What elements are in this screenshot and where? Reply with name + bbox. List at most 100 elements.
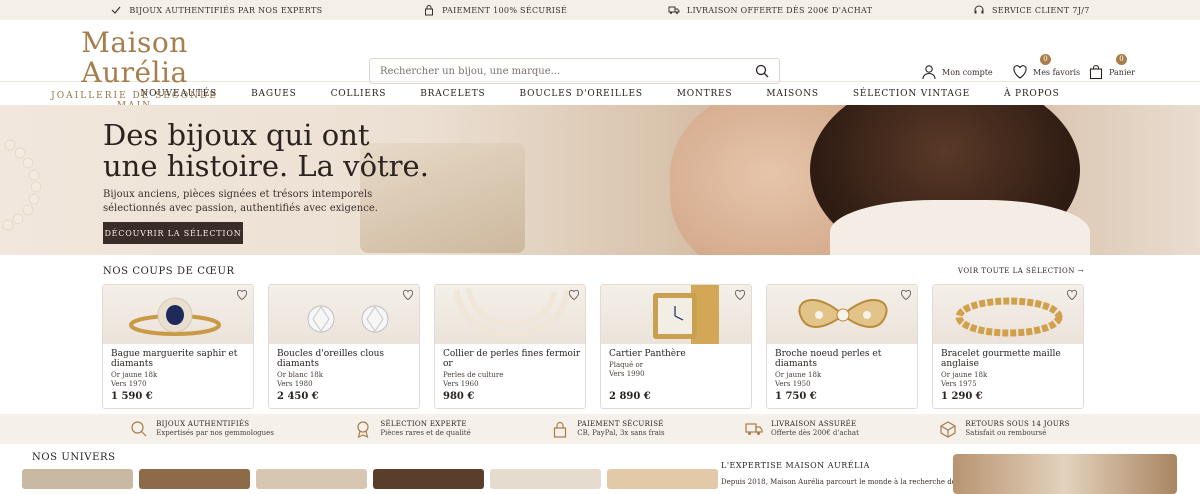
nav-item-bagues[interactable]: BAGUES <box>251 89 296 99</box>
nav-item-montres[interactable]: MONTRES <box>677 89 733 99</box>
universe-tile[interactable] <box>256 469 367 489</box>
product-card[interactable]: Broche noeud perles et diamants Or jaune… <box>766 284 918 409</box>
search-input[interactable]: Rechercher un bijou, une marque... <box>369 58 780 84</box>
universe-tile[interactable] <box>373 469 484 489</box>
magnifier-icon <box>131 421 147 437</box>
discover-button[interactable]: DÉCOUVRIR LA SÉLECTION <box>103 222 243 244</box>
product-era: Vers 1960 <box>443 380 479 388</box>
reassurance-text: Offerte dès 200€ d'achat <box>771 429 859 437</box>
see-all-link[interactable]: VOIR TOUTE LA SÉLECTION → <box>958 267 1084 275</box>
favorites-label: Mes favoris <box>1033 67 1081 77</box>
topbar-item: BIJOUX AUTHENTIFIÉS PAR NOS EXPERTS <box>110 4 322 16</box>
product-image <box>269 285 419 344</box>
ring-image <box>129 297 221 336</box>
product-image <box>601 285 751 344</box>
nav-item-bracelets[interactable]: BRACELETS <box>420 89 485 99</box>
lock-icon <box>425 5 434 16</box>
cart-icon-wrap: 0 <box>1088 54 1127 80</box>
cart-badge: 0 <box>1116 54 1127 65</box>
reassurance-item: LIVRAISON ASSURÉE Offerte dès 200€ d'acha… <box>745 420 859 438</box>
favorites-section-header: NOS COUPS DE CŒUR VOIR TOUTE LA SÉLECTIO… <box>0 264 1200 278</box>
bag-icon <box>1089 64 1103 80</box>
heart-icon[interactable] <box>568 289 580 301</box>
universe-tile[interactable] <box>490 469 601 489</box>
product-title[interactable]: Collier de perles fines fermoir or <box>443 349 581 369</box>
cart-label: Panier <box>1109 67 1136 77</box>
nav-item-vintage[interactable]: SÉLECTION VINTAGE <box>853 89 970 99</box>
heart-icon[interactable] <box>900 289 912 301</box>
nav-item-colliers[interactable]: COLLIERS <box>331 89 387 99</box>
nav-item-a-propos[interactable]: À PROPOS <box>1004 89 1060 99</box>
award-icon <box>357 421 369 438</box>
cart-link[interactable]: 0 Panier <box>1088 54 1136 80</box>
hero-text-line2: sélectionnés avec passion, authentifiés … <box>103 203 378 214</box>
box-icon <box>940 421 956 438</box>
product-title[interactable]: Bague marguerite saphir et diamants <box>111 349 249 369</box>
product-price: 1 290 € <box>941 391 983 402</box>
product-card[interactable]: Cartier Panthère Plaqué or Vers 1990 2 8… <box>600 284 752 409</box>
reassurance-text: CB, PayPal, 3x sans frais <box>577 429 665 437</box>
product-title[interactable]: Bracelet gourmette maille anglaise <box>941 349 1079 369</box>
nav-item-maisons[interactable]: MAISONS <box>766 89 818 99</box>
boutique-photo <box>953 454 1177 494</box>
heart-icon[interactable] <box>1066 289 1078 301</box>
product-price: 1 590 € <box>111 391 153 402</box>
nav-item-boucles[interactable]: BOUCLES D'OREILLES <box>520 89 643 99</box>
universe-tile[interactable] <box>607 469 718 489</box>
topbar-label: LIVRAISON OFFERTE DÈS 200€ D'ACHAT <box>686 5 873 15</box>
product-title[interactable]: Boucles d'oreilles clous diamants <box>277 349 415 369</box>
product-price: 2 450 € <box>277 391 319 402</box>
product-era: Vers 1980 <box>277 380 313 388</box>
expertise-heading: L'EXPERTISE MAISON AURÉLIA <box>721 461 870 470</box>
heart-icon[interactable] <box>402 289 414 301</box>
product-metal: Or jaune 18k <box>941 371 988 379</box>
product-image <box>103 285 253 344</box>
logo-name: Maison Aurélia <box>81 26 188 89</box>
product-card[interactable]: Bracelet gourmette maille anglaise Or ja… <box>932 284 1084 409</box>
earrings-image <box>307 305 389 333</box>
product-era: Vers 1970 <box>111 380 147 388</box>
favorites-heading: NOS COUPS DE CŒUR <box>103 265 235 277</box>
check-icon <box>111 6 121 14</box>
product-metal: Or blanc 18k <box>277 371 324 379</box>
top-bar: BIJOUX AUTHENTIFIÉS PAR NOS EXPERTS PAIE… <box>0 0 1200 20</box>
reassurance-text: Expertisés par nos gemmologues <box>156 429 274 437</box>
reassurance-item: SÉLECTION EXPERTE Pièces rares et de qual… <box>354 420 471 438</box>
product-title[interactable]: Broche noeud perles et diamants <box>775 349 913 369</box>
hero-text: Bijoux anciens, pièces signées et trésor… <box>103 188 378 216</box>
product-card[interactable]: Bague marguerite saphir et diamants Or j… <box>102 284 254 409</box>
model-image <box>640 105 1090 255</box>
product-card[interactable]: Collier de perles fines fermoir or Perle… <box>434 284 586 409</box>
search-icon[interactable] <box>755 64 769 78</box>
product-metal: Or jaune 18k <box>111 371 158 379</box>
product-metal: Or jaune 18k <box>775 371 822 379</box>
bracelet-image <box>955 297 1063 337</box>
reassurance-title: RETOURS SOUS 14 JOURS <box>965 420 1070 428</box>
favorites-icon-wrap: 0 <box>1012 54 1051 80</box>
headset-icon <box>974 5 984 14</box>
product-card[interactable]: Boucles d'oreilles clous diamants Or bla… <box>268 284 420 409</box>
topbar-label: SERVICE CLIENT 7J/7 <box>992 5 1090 15</box>
reassurance-title: PAIEMENT SÉCURISÉ <box>577 420 664 428</box>
topbar-label: PAIEMENT 100% SÉCURISÉ <box>442 5 568 15</box>
universe-tile[interactable] <box>139 469 250 489</box>
product-era: Vers 1990 <box>609 370 645 378</box>
favorites-badge: 0 <box>1040 54 1051 65</box>
product-era: Vers 1975 <box>941 380 977 388</box>
account-link[interactable]: Mon compte <box>921 64 993 80</box>
search-placeholder: Rechercher un bijou, une marque... <box>380 65 561 77</box>
hero-title-line1: Des bijoux qui ont <box>103 118 370 152</box>
heart-icon[interactable] <box>236 289 248 301</box>
heart-icon <box>1013 65 1027 79</box>
product-title[interactable]: Cartier Panthère <box>609 349 747 359</box>
header: Maison Aurélia JOAILLERIE DE SECONDE MAI… <box>0 20 1200 123</box>
favorites-link[interactable]: 0 Mes favoris <box>1012 54 1081 80</box>
reassurance-item: BIJOUX AUTHENTIFIÉS Expertisés par nos ge… <box>130 420 274 438</box>
reassurance-item: RETOURS SOUS 14 JOURS Satisfait ou rembou… <box>939 420 1069 438</box>
account-label: Mon compte <box>942 67 993 77</box>
universe-tile[interactable] <box>22 469 133 489</box>
heart-icon[interactable] <box>734 289 746 301</box>
user-icon <box>922 65 936 80</box>
product-price: 1 750 € <box>775 391 817 402</box>
reassurance-text: Satisfait ou remboursé <box>965 429 1047 437</box>
